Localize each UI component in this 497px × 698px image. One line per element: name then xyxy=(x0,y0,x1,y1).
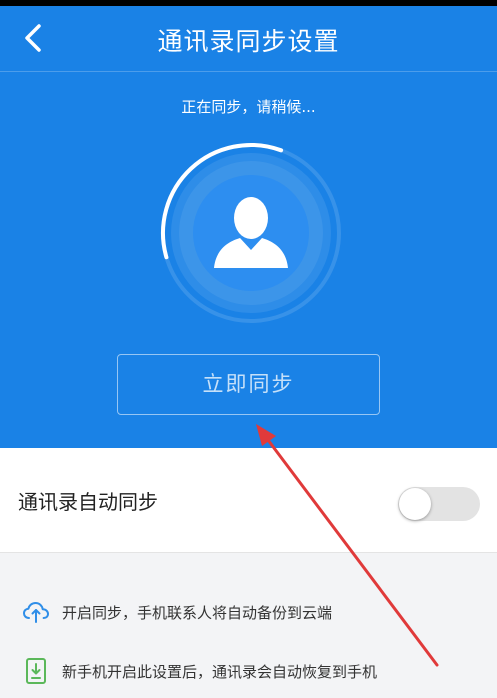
cloud-upload-icon xyxy=(23,602,49,623)
header-divider xyxy=(0,71,497,72)
auto-sync-label: 通讯录自动同步 xyxy=(18,490,158,514)
title-bar: 通讯录同步设置 xyxy=(0,6,497,70)
sync-status-text: 正在同步，请稍候... xyxy=(181,98,316,116)
sync-progress-ring xyxy=(161,143,341,323)
sync-panel: 通讯录同步设置 正在同步，请稍候... 立即同步 xyxy=(0,6,497,448)
toggle-knob xyxy=(399,488,431,520)
tip-item-backup: 开启同步，手机联系人将自动备份到云端 xyxy=(22,597,332,627)
auto-sync-row: 通讯录自动同步 xyxy=(0,448,497,552)
section-divider xyxy=(0,552,497,553)
tip-item-restore: 新手机开启此设置后，通讯录会自动恢复到手机 xyxy=(22,656,377,686)
sync-now-button[interactable]: 立即同步 xyxy=(117,354,380,415)
phone-download-icon xyxy=(26,658,46,684)
tip-text: 新手机开启此设置后，通讯录会自动恢复到手机 xyxy=(62,662,378,681)
auto-sync-toggle[interactable] xyxy=(398,487,480,521)
tip-text: 开启同步，手机联系人将自动备份到云端 xyxy=(62,603,333,622)
page-title: 通讯录同步设置 xyxy=(157,27,340,56)
